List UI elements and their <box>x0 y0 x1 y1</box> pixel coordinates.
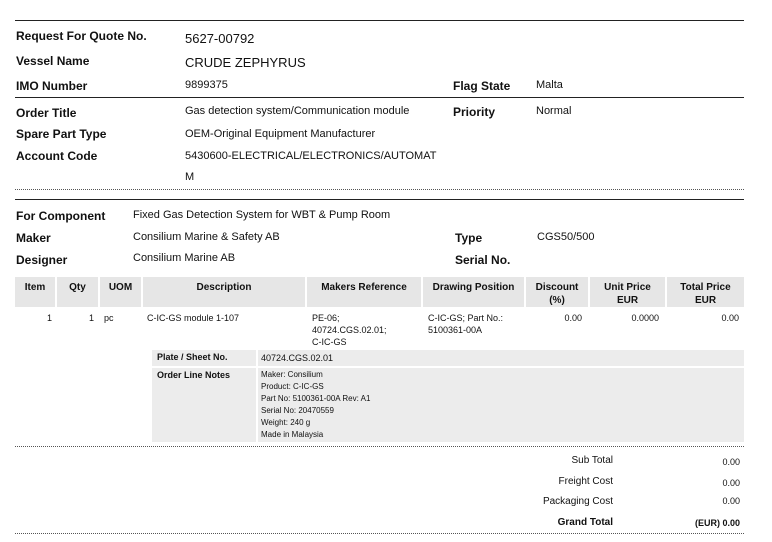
type-label: Type <box>455 231 483 245</box>
note-line: Serial No: 20470559 <box>261 406 334 415</box>
type-value: CGS50/500 <box>537 231 595 243</box>
note-line: Part No: 5100361-00A Rev: A1 <box>261 394 371 403</box>
note-line: Made in Malaysia <box>261 430 324 439</box>
imo-label: IMO Number <box>16 79 88 93</box>
freight-cost-label: Freight Cost <box>558 476 613 487</box>
col-header-total-price: Total Price EUR <box>667 277 744 307</box>
designer-label: Designer <box>16 253 68 267</box>
packaging-cost-value: 0.00 <box>722 496 740 506</box>
spare-type-value: OEM-Original Equipment Manufacturer <box>185 128 376 140</box>
serial-label: Serial No. <box>455 253 511 267</box>
order-line-notes-label: Order Line Notes <box>157 370 231 380</box>
header-rule <box>15 97 744 98</box>
col-header-unit-price: Unit Price EUR <box>590 277 665 307</box>
row-uom: pc <box>104 313 114 323</box>
account-code-value-cont: M <box>185 171 195 183</box>
spare-type-label: Spare Part Type <box>16 127 107 141</box>
note-line: Weight: 240 g <box>261 418 311 427</box>
account-code-label: Account Code <box>16 149 98 163</box>
row-makers-reference: PE-06; 40724.CGS.02.01; C-IC-GS <box>312 313 387 347</box>
plate-value: 40724.CGS.02.01 <box>261 353 334 363</box>
table-dotted-rule <box>15 446 744 447</box>
vessel-label: Vessel Name <box>16 54 90 68</box>
order-line-notes: Maker: Consilium Product: C-IC-GS Part N… <box>261 369 370 441</box>
col-header-qty: Qty <box>57 277 98 307</box>
order-title-label: Order Title <box>16 106 77 120</box>
for-component-label: For Component <box>16 209 106 223</box>
designer-value: Consilium Marine AB <box>133 252 236 264</box>
priority-label: Priority <box>453 105 496 119</box>
order-dotted-rule <box>15 189 744 190</box>
row-qty: 1 <box>88 313 94 323</box>
bottom-dotted-rule <box>15 533 744 534</box>
maker-value: Consilium Marine & Safety AB <box>133 231 280 243</box>
component-rule <box>15 199 744 200</box>
sub-total-label: Sub Total <box>571 455 613 466</box>
row-unit-price: 0.0000 <box>631 313 659 323</box>
row-total-price: 0.00 <box>721 313 739 323</box>
row-item: 1 <box>46 313 52 323</box>
priority-value: Normal <box>536 105 572 117</box>
col-header-discount: Discount (%) <box>526 277 588 307</box>
rfq-label: Request For Quote No. <box>16 29 147 43</box>
col-header-makers-reference: Makers Reference <box>307 277 421 307</box>
flag-label: Flag State <box>453 79 511 93</box>
note-line: Product: C-IC-GS <box>261 382 324 391</box>
grand-total-label: Grand Total <box>557 517 613 528</box>
sub-total-value: 0.00 <box>722 457 740 467</box>
freight-cost-value: 0.00 <box>722 478 740 488</box>
imo-value: 9899375 <box>185 79 228 91</box>
grand-total-value: (EUR) 0.00 <box>694 518 740 528</box>
row-discount: 0.00 <box>564 313 582 323</box>
col-header-item: Item <box>15 277 55 307</box>
flag-value: Malta <box>536 79 563 91</box>
maker-label: Maker <box>16 231 51 245</box>
top-rule <box>15 20 744 21</box>
col-header-drawing-position: Drawing Position <box>423 277 524 307</box>
col-header-description: Description <box>143 277 305 307</box>
rfq-value: 5627-00792 <box>185 31 255 46</box>
packaging-cost-label: Packaging Cost <box>542 496 613 507</box>
plate-label: Plate / Sheet No. <box>157 352 228 362</box>
row-description: C-IC-GS module 1-107 <box>147 313 240 323</box>
col-header-uom: UOM <box>100 277 141 307</box>
row-drawing-position: C-IC-GS; Part No.: 5100361-00A <box>428 313 504 335</box>
note-line: Maker: Consilium <box>261 370 323 379</box>
for-component-value: Fixed Gas Detection System for WBT & Pum… <box>133 209 391 221</box>
order-title-value: Gas detection system/Communication modul… <box>185 105 410 117</box>
account-code-value: 5430600-ELECTRICAL/ELECTRONICS/AUTOMAT <box>185 150 437 162</box>
vessel-value: CRUDE ZEPHYRUS <box>185 55 306 70</box>
